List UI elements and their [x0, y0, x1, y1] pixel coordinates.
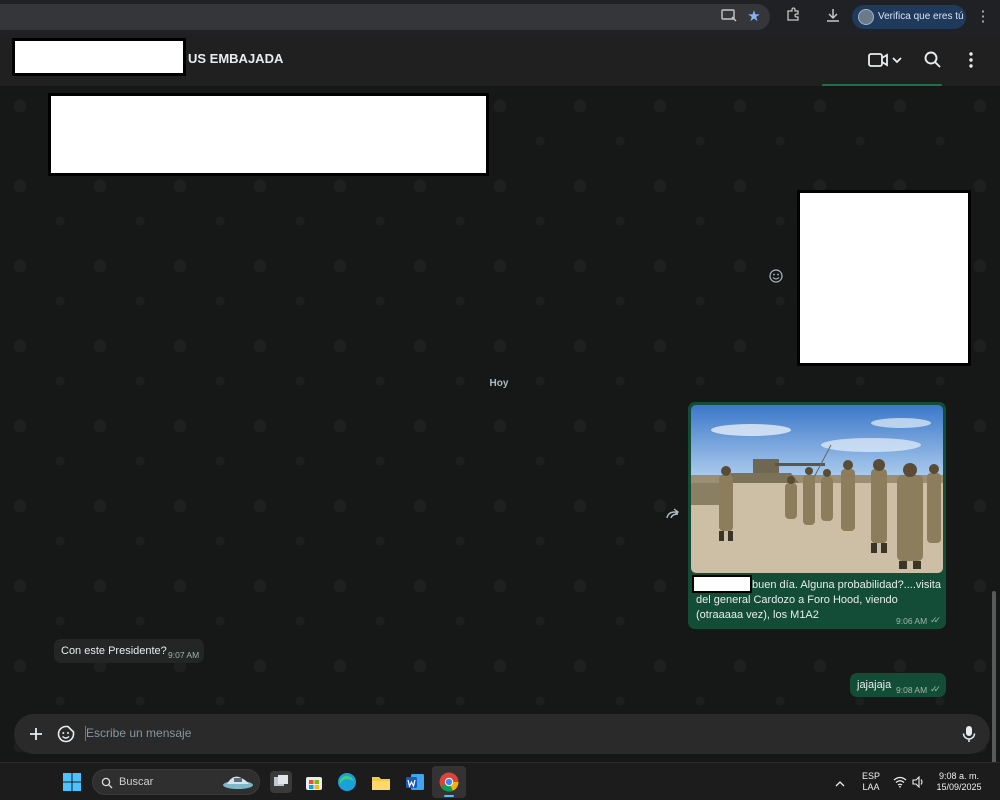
chat-header: US EMBAJADA	[0, 34, 1000, 86]
scrollbar[interactable]	[992, 591, 996, 791]
redacted-avatar	[12, 38, 186, 76]
react-emoji-icon[interactable]	[768, 268, 784, 284]
windows-taskbar: Buscar ESP LAA 9:08 a. m. 15/09/2025	[0, 762, 1000, 800]
forward-icon[interactable]	[665, 507, 683, 521]
attach-plus-icon[interactable]	[26, 724, 46, 744]
browser-toolbar: ★ Verifica que eres tú ⋮	[0, 0, 1000, 34]
read-receipt-icon: ✓✓	[930, 615, 941, 625]
taskbar-clock[interactable]: 9:08 a. m. 15/09/2025	[932, 771, 986, 793]
search-label: Buscar	[119, 776, 154, 788]
bookmark-star-icon[interactable]: ★	[744, 7, 764, 27]
message-time: 9:06 AM	[896, 616, 928, 626]
chat-menu-icon[interactable]	[962, 49, 980, 71]
previous-bubble-edge	[822, 84, 942, 86]
redacted-image	[797, 190, 971, 366]
search-icon	[101, 776, 113, 789]
date-divider: Hoy	[489, 378, 509, 389]
redacted-message	[48, 93, 489, 176]
search-icon[interactable]	[922, 49, 944, 71]
message-photo[interactable]	[691, 405, 943, 573]
clock-time: 9:08 a. m.	[938, 771, 980, 781]
file-explorer-icon[interactable]	[370, 771, 392, 793]
profile-button[interactable]: Verifica que eres tú	[852, 5, 966, 29]
extensions-icon[interactable]	[783, 7, 803, 27]
download-icon[interactable]	[823, 7, 843, 27]
keyboard-layout: LAA	[862, 782, 880, 792]
contact-name[interactable]: US EMBAJADA	[188, 51, 283, 66]
microphone-icon[interactable]	[960, 724, 978, 744]
clock-date: 15/09/2025	[936, 782, 982, 792]
message-time: 9:08 AM	[896, 685, 928, 695]
wifi-icon[interactable]	[893, 775, 907, 788]
avatar	[858, 9, 874, 25]
edge-browser-icon[interactable]	[336, 771, 358, 793]
outgoing-photo-message[interactable]: buen día. Alguna probabilidad?....visita…	[688, 402, 946, 629]
chevron-up-icon[interactable]	[835, 776, 845, 787]
message-composer: Escribe un mensaje	[14, 714, 990, 754]
read-receipt-icon: ✓✓	[930, 684, 941, 694]
chrome-icon	[438, 771, 460, 793]
taskbar-search[interactable]: Buscar	[92, 769, 260, 795]
language-indicator[interactable]: ESP LAA	[858, 771, 884, 793]
taskbar-active-app[interactable]	[432, 766, 466, 798]
message-input[interactable]: Escribe un mensaje	[86, 726, 191, 740]
task-view-icon[interactable]	[270, 771, 292, 793]
message-text: Con este Presidente?	[61, 645, 167, 657]
word-app-icon[interactable]	[404, 771, 426, 793]
windows-start-icon[interactable]	[62, 772, 82, 792]
browser-menu-icon[interactable]: ⋮	[973, 7, 993, 27]
video-call-button[interactable]	[866, 49, 904, 71]
incoming-message[interactable]: Con este Presidente? 9:07 AM	[54, 639, 204, 663]
active-indicator	[444, 795, 454, 797]
sticker-emoji-icon[interactable]	[56, 724, 76, 744]
outgoing-message[interactable]: jajajaja 9:08 AM ✓✓	[850, 673, 946, 697]
profile-label: Verifica que eres tú	[878, 11, 964, 22]
microsoft-store-icon[interactable]	[303, 771, 325, 793]
address-bar[interactable]	[0, 4, 770, 30]
message-text: jajajaja	[857, 679, 892, 691]
search-highlight-icon	[221, 773, 255, 791]
message-time: 9:07 AM	[168, 650, 200, 660]
volume-icon[interactable]	[912, 775, 926, 789]
language-code: ESP	[861, 771, 880, 781]
cast-icon[interactable]	[719, 7, 739, 27]
